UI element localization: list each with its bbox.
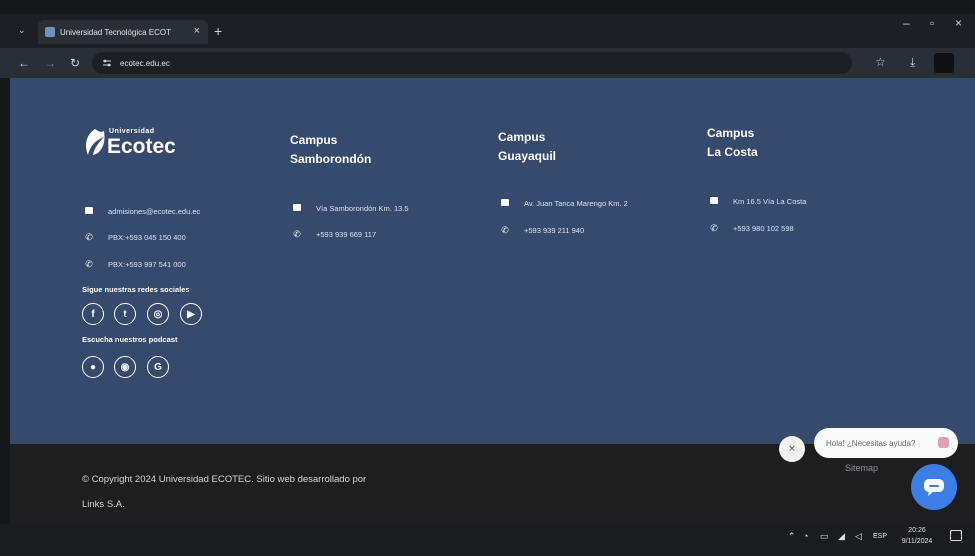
campus-lacosta-whatsapp[interactable]: ✆ +593 980 102 598 [707, 221, 793, 235]
youtube-icon[interactable]: ▶ [180, 303, 202, 325]
whatsapp-icon: ✆ [710, 222, 718, 233]
logo-university-text: Universidad [109, 128, 155, 135]
phone-text-1: PBX:+593 045 150 400 [108, 232, 186, 242]
tab-close-icon[interactable]: × [194, 25, 200, 37]
chat-open-button[interactable] [911, 464, 957, 510]
network-icon[interactable]: ◔ [803, 531, 808, 541]
phone-icon: ✆ [85, 231, 93, 242]
window-close-icon[interactable]: × [955, 16, 962, 30]
favicon-icon [45, 27, 55, 37]
email-row[interactable]: admisiones@ecotec.edu.ec [82, 204, 200, 218]
tab-title: Universidad Tecnológica ECOT [60, 27, 172, 37]
volume-icon[interactable]: ◁ [855, 531, 862, 542]
chat-icon [924, 479, 944, 496]
instagram-icon[interactable]: ◎ [147, 303, 169, 325]
facebook-icon[interactable]: f [82, 303, 104, 325]
sitemap-link[interactable]: Sitemap [845, 463, 878, 473]
chat-greeting-text: Hola! ¿Necesitas ayuda? [826, 438, 916, 448]
notification-icon[interactable] [950, 530, 962, 541]
copyright-text: © Copyright 2024 Universidad ECOTEC. Sit… [82, 474, 367, 510]
tray-overflow-icon[interactable]: ⌃ [788, 531, 796, 542]
location-icon [290, 203, 304, 213]
campus-guayaquil-title: Campus Guayaquil [498, 130, 557, 163]
battery-icon[interactable]: ▭ [820, 531, 829, 542]
ecotec-logo[interactable]: Universidad Ecotec [82, 125, 202, 161]
podcast-label: Escucha nuestros podcast [82, 335, 178, 344]
clock-date: 9/11/2024 [901, 538, 933, 545]
location-icon [498, 198, 512, 208]
bookmark-star-icon[interactable]: ☆ [875, 55, 886, 69]
clock-time: 20:26 [908, 527, 926, 534]
minimize-icon[interactable]: – [903, 16, 910, 30]
url-text: ecotec.edu.ec [120, 58, 170, 68]
twitter-icon[interactable]: t [114, 303, 136, 325]
address-bar[interactable]: ecotec.edu.ec [92, 52, 852, 74]
location-icon [707, 196, 721, 206]
campus-samborondon-whatsapp[interactable]: ✆ +593 939 669 117 [290, 227, 376, 241]
new-tab-button[interactable]: + [214, 23, 222, 39]
spotify-icon[interactable]: ● [82, 356, 104, 378]
google-icon[interactable]: G [147, 356, 169, 378]
site-info-icon[interactable] [102, 58, 112, 68]
campus-samborondon-address[interactable]: Vía Samborondón Km. 13.5 [290, 201, 409, 215]
whatsapp-icon: ✆ [293, 228, 301, 239]
taskbar-clock[interactable]: 20:26 9/11/2024 [897, 525, 937, 547]
phone-row-1[interactable]: ✆ PBX:+593 045 150 400 [82, 230, 186, 244]
download-icon[interactable]: ⤓ [910, 55, 915, 70]
reload-icon[interactable]: ↻ [70, 56, 80, 70]
campus-guayaquil-whatsapp[interactable]: ✆ +593 939 211 940 [498, 223, 584, 237]
maximize-icon[interactable]: ▫ [930, 16, 934, 30]
back-icon[interactable]: ← [18, 56, 30, 70]
podcast-icon[interactable]: ◉ [114, 356, 136, 378]
profile-avatar[interactable] [934, 53, 954, 73]
leaf-logo-icon [86, 129, 105, 155]
social-label: Sigue nuestras redes sociales [82, 285, 190, 294]
browser-tab[interactable]: Universidad Tecnológica ECOT × [38, 20, 208, 44]
email-text: admisiones@ecotec.edu.ec [108, 206, 201, 216]
campus-lacosta-address[interactable]: Km 16.5 Vía La Costa [707, 194, 806, 208]
language-indicator[interactable]: ESP [873, 533, 887, 540]
whatsapp-icon: ✆ [501, 224, 509, 235]
phone-row-2[interactable]: ✆ PBX:+593 997 541 000 [82, 257, 186, 271]
phone-text-2: PBX:+593 997 541 000 [108, 259, 186, 269]
envelope-icon [82, 206, 96, 216]
tab-list-icon[interactable]: ⌄ [18, 25, 26, 36]
campus-guayaquil-address[interactable]: Av. Juan Tanca Marengo Km. 2 [498, 196, 628, 210]
forward-icon[interactable]: → [44, 56, 56, 70]
chat-greeting-bubble[interactable]: Hola! ¿Necesitas ayuda? [814, 428, 958, 458]
phone-icon: ✆ [85, 258, 93, 269]
logo-brand-text: Ecotec [107, 135, 176, 158]
os-taskbar [0, 524, 975, 556]
emoji-icon [938, 437, 949, 448]
chat-close-button[interactable]: × [779, 436, 805, 462]
campus-lacosta-title: Campus La Costa [707, 126, 758, 159]
campus-samborondon-title: Campus Samborondón [290, 133, 372, 166]
wifi-icon[interactable]: ◢ [838, 531, 845, 542]
